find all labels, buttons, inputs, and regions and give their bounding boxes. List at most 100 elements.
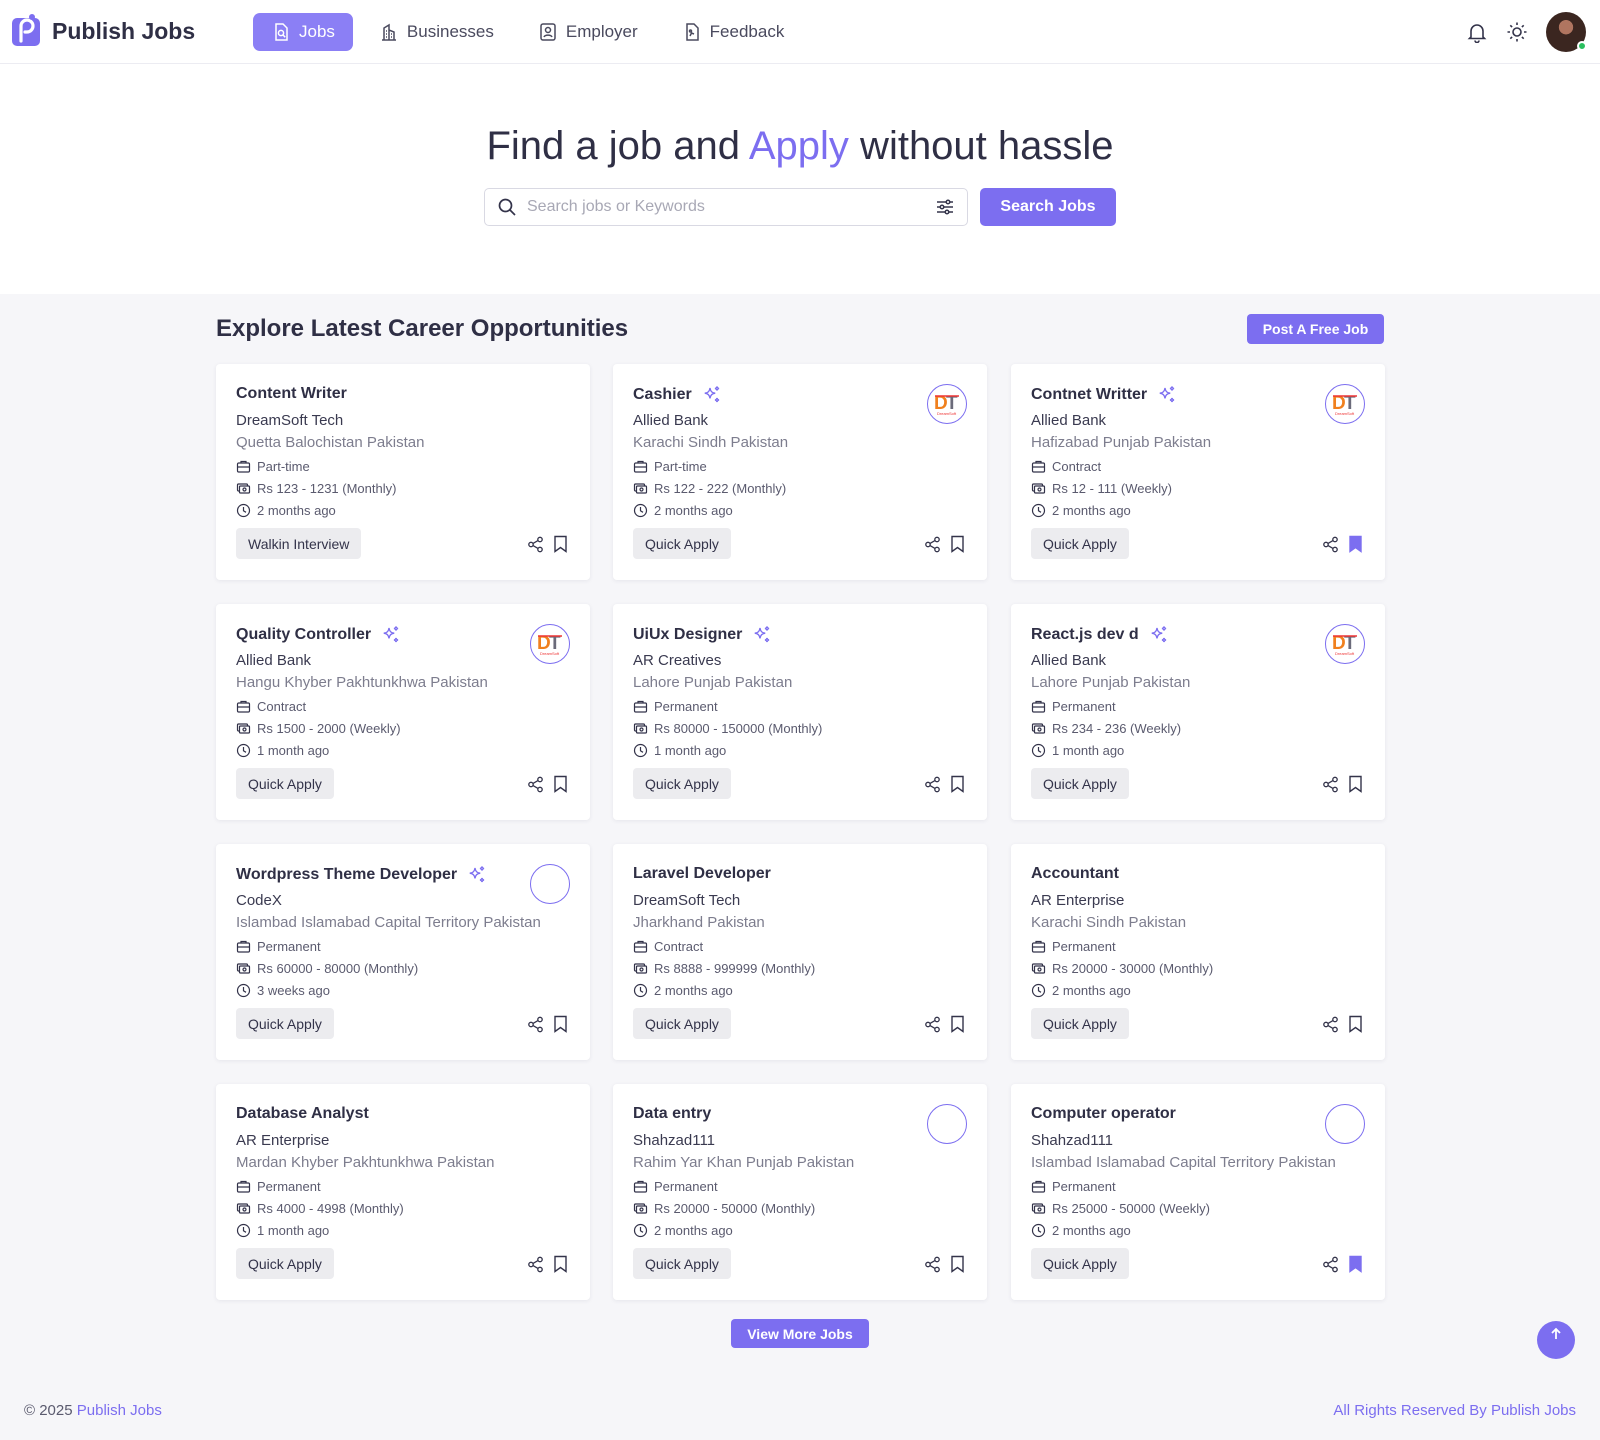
bookmark-icon[interactable] bbox=[1348, 1255, 1363, 1273]
job-posted: 2 months ago bbox=[1031, 983, 1131, 998]
bookmark-icon[interactable] bbox=[553, 775, 568, 793]
bookmark-icon[interactable] bbox=[1348, 535, 1363, 553]
share-icon[interactable] bbox=[1322, 776, 1339, 793]
arrow-up-icon bbox=[1551, 1327, 1561, 1339]
search-input[interactable] bbox=[527, 198, 925, 216]
job-title[interactable]: UiUx Designer bbox=[633, 626, 742, 644]
job-title[interactable]: Data entry bbox=[633, 1105, 711, 1123]
job-card[interactable]: Content Writer DreamSoft Tech Quetta Baloc… bbox=[216, 364, 590, 580]
share-icon[interactable] bbox=[924, 536, 941, 553]
money-icon bbox=[1031, 483, 1046, 494]
nav-item-employer[interactable]: Employer bbox=[520, 13, 656, 51]
job-title[interactable]: Quality Controller bbox=[236, 626, 371, 644]
apply-button[interactable]: Quick Apply bbox=[1031, 528, 1129, 559]
brand[interactable]: Publish Jobs bbox=[12, 14, 195, 48]
job-card[interactable]: Quality Controller D T DreamSoft Allied Bank… bbox=[216, 604, 590, 820]
apply-button[interactable]: Quick Apply bbox=[1031, 768, 1129, 799]
share-icon[interactable] bbox=[1322, 1256, 1339, 1273]
apply-button[interactable]: Quick Apply bbox=[633, 1248, 731, 1279]
footer-brand-link[interactable]: Publish Jobs bbox=[77, 1402, 162, 1419]
nav-item-label: Feedback bbox=[709, 22, 785, 41]
post-free-job-button[interactable]: Post A Free Job bbox=[1247, 314, 1384, 344]
share-icon[interactable] bbox=[527, 776, 544, 793]
bookmark-icon[interactable] bbox=[553, 1015, 568, 1033]
bookmark-icon[interactable] bbox=[1348, 1015, 1363, 1033]
brand-name: Publish Jobs bbox=[52, 17, 196, 44]
job-card[interactable]: React.js dev d D T DreamSoft Allied Bank Laho… bbox=[1011, 604, 1385, 820]
svg-text:DreamSoft: DreamSoft bbox=[1335, 651, 1355, 656]
job-card[interactable]: Laravel Developer DreamSoft Tech Jharkhan… bbox=[613, 844, 987, 1060]
share-icon[interactable] bbox=[527, 536, 544, 553]
nav-item-businesses[interactable]: Businesses bbox=[361, 13, 512, 51]
job-card[interactable]: UiUx Designer AR Creatives Lahore Punjab P… bbox=[613, 604, 987, 820]
bookmark-icon[interactable] bbox=[553, 1255, 568, 1273]
money-icon bbox=[1031, 1203, 1046, 1214]
job-location: Karachi Sindh Pakistan bbox=[633, 434, 789, 451]
job-posted: 2 months ago bbox=[1031, 1223, 1131, 1238]
bookmark-icon[interactable] bbox=[950, 535, 965, 553]
job-card[interactable]: Computer operator Shahzad111 Islambad Isla… bbox=[1011, 1084, 1385, 1300]
job-title[interactable]: Database Analyst bbox=[236, 1105, 369, 1123]
apply-button[interactable]: Quick Apply bbox=[633, 1008, 731, 1039]
share-icon[interactable] bbox=[924, 776, 941, 793]
job-title[interactable]: Cashier bbox=[633, 386, 692, 404]
job-title[interactable]: Contnet Writter bbox=[1031, 386, 1147, 404]
bookmark-icon[interactable] bbox=[950, 1015, 965, 1033]
job-title-row: Accountant bbox=[1031, 865, 1119, 883]
share-icon[interactable] bbox=[1322, 536, 1339, 553]
job-type: Part-time bbox=[236, 459, 310, 474]
company-name: Shahzad111 bbox=[1031, 1132, 1114, 1149]
apply-button[interactable]: Quick Apply bbox=[236, 1248, 334, 1279]
apply-button[interactable]: Quick Apply bbox=[1031, 1008, 1129, 1039]
apply-button[interactable]: Quick Apply bbox=[633, 768, 731, 799]
job-type: Contract bbox=[236, 699, 306, 714]
bookmark-icon[interactable] bbox=[1348, 775, 1363, 793]
nav-item-jobs[interactable]: Jobs bbox=[253, 13, 353, 51]
share-icon[interactable] bbox=[924, 1016, 941, 1033]
nav-item-feedback[interactable]: Feedback bbox=[664, 13, 803, 51]
search-jobs-button[interactable]: Search Jobs bbox=[980, 188, 1116, 226]
job-location: Islambad Islamabad Capital Territory Pak… bbox=[1031, 1154, 1336, 1171]
apply-button[interactable]: Quick Apply bbox=[236, 768, 334, 799]
sliders-icon[interactable] bbox=[935, 197, 955, 217]
bookmark-icon[interactable] bbox=[553, 535, 568, 553]
scroll-to-top-button[interactable] bbox=[1537, 1321, 1575, 1359]
bookmark-icon[interactable] bbox=[950, 775, 965, 793]
clock-icon bbox=[633, 983, 648, 998]
share-icon[interactable] bbox=[527, 1256, 544, 1273]
footer-rights: All Rights Reserved By Publish Jobs bbox=[1333, 1402, 1576, 1419]
job-salary: Rs 1500 - 2000 (Weekly) bbox=[236, 721, 401, 736]
apply-button[interactable]: Quick Apply bbox=[633, 528, 731, 559]
job-card[interactable]: Database Analyst AR Enterprise Mardan Khyb… bbox=[216, 1084, 590, 1300]
job-posted: 1 month ago bbox=[236, 1223, 329, 1238]
company-name: Allied Bank bbox=[633, 412, 709, 429]
top-navbar: Publish Jobs Jobs Businesses Employer Fe… bbox=[0, 0, 1600, 64]
briefcase-icon bbox=[633, 700, 648, 713]
apply-button[interactable]: Walkin Interview bbox=[236, 528, 362, 559]
job-card[interactable]: Wordpress Theme Developer CodeX Islambad I… bbox=[216, 844, 590, 1060]
view-more-jobs-button[interactable]: View More Jobs bbox=[731, 1319, 869, 1348]
job-title-row: Contnet Writter bbox=[1031, 385, 1177, 405]
apply-button[interactable]: Quick Apply bbox=[1031, 1248, 1129, 1279]
job-title-row: Computer operator bbox=[1031, 1105, 1176, 1123]
job-card[interactable]: Contnet Writter D T DreamSoft Allied Bank Haf… bbox=[1011, 364, 1385, 580]
share-icon[interactable] bbox=[527, 1016, 544, 1033]
job-title-row: Laravel Developer bbox=[633, 865, 771, 883]
job-card[interactable]: Data entry Shahzad111 Rahim Yar Khan Punja… bbox=[613, 1084, 987, 1300]
job-title[interactable]: Accountant bbox=[1031, 865, 1119, 883]
search-icon bbox=[498, 198, 516, 216]
share-icon[interactable] bbox=[924, 1256, 941, 1273]
job-title[interactable]: Content Writer bbox=[236, 385, 347, 403]
job-title[interactable]: Wordpress Theme Developer bbox=[236, 866, 457, 884]
bell-icon[interactable] bbox=[1466, 21, 1488, 43]
avatar[interactable] bbox=[1546, 12, 1587, 52]
job-card[interactable]: Cashier D T DreamSoft Allied Bank Karachi Sin… bbox=[613, 364, 987, 580]
sun-icon[interactable] bbox=[1506, 21, 1528, 43]
job-card[interactable]: Accountant AR Enterprise Karachi Sindh Pak… bbox=[1011, 844, 1385, 1060]
apply-button[interactable]: Quick Apply bbox=[236, 1008, 334, 1039]
job-title[interactable]: React.js dev d bbox=[1031, 626, 1139, 644]
job-title[interactable]: Laravel Developer bbox=[633, 865, 771, 883]
job-title[interactable]: Computer operator bbox=[1031, 1105, 1176, 1123]
share-icon[interactable] bbox=[1322, 1016, 1339, 1033]
bookmark-icon[interactable] bbox=[950, 1255, 965, 1273]
